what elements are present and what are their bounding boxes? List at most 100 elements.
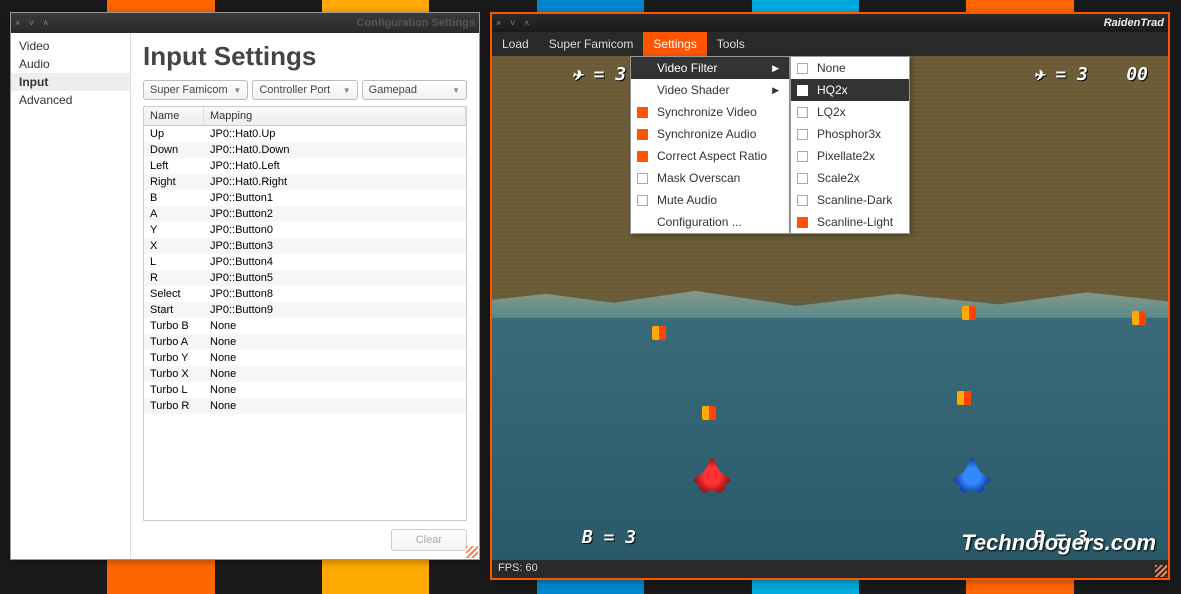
cell-name: Turbo L — [144, 382, 204, 398]
device-select[interactable]: Gamepad▼ — [362, 80, 467, 100]
table-row[interactable]: RightJP0::Hat0.Right — [144, 174, 466, 190]
table-row[interactable]: LJP0::Button4 — [144, 254, 466, 270]
menuitem-label: LQ2x — [817, 105, 846, 119]
cell-name: Turbo B — [144, 318, 204, 334]
menuitem-label: Correct Aspect Ratio — [657, 149, 767, 163]
cell-name: Right — [144, 174, 204, 190]
cell-name: Down — [144, 142, 204, 158]
settings-dropdown: Video Filter▶ Video Shader ▶ Synchronize Vi… — [630, 56, 790, 234]
cell-name: Left — [144, 158, 204, 174]
table-row[interactable]: UpJP0::Hat0.Up — [144, 126, 466, 142]
player2-ship — [952, 456, 992, 496]
table-row[interactable]: YJP0::Button0 — [144, 222, 466, 238]
menuitem-none[interactable]: None — [791, 57, 909, 79]
table-row[interactable]: BJP0::Button1 — [144, 190, 466, 206]
menuitem-label: Phosphor3x — [817, 127, 881, 141]
config-title: Configuration Settings — [356, 17, 475, 29]
menuitem-label: Scanline-Light — [817, 215, 893, 229]
cell-mapping: JP0::Button1 — [204, 190, 466, 206]
close-icon[interactable]: × — [15, 18, 25, 28]
sidebar-item-audio[interactable]: Audio — [11, 55, 130, 73]
table-row[interactable]: DownJP0::Hat0.Down — [144, 142, 466, 158]
table-row[interactable]: Turbo YNone — [144, 350, 466, 366]
menu-super-famicom[interactable]: Super Famicom — [539, 32, 644, 56]
system-select[interactable]: Super Famicom▼ — [143, 80, 248, 100]
checkbox-icon — [637, 151, 648, 162]
cell-mapping: None — [204, 318, 466, 334]
cell-mapping: JP0::Hat0.Up — [204, 126, 466, 142]
status-bar: FPS: 60 — [492, 560, 1168, 578]
menuitem-label: Mask Overscan — [657, 171, 740, 185]
player1-ship — [692, 456, 732, 496]
minimize-icon[interactable]: ˅ — [510, 18, 520, 28]
menuitem-label: Video Shader — [657, 83, 730, 97]
menuitem-scanline-dark[interactable]: Scanline-Dark — [791, 189, 909, 211]
resize-grip[interactable] — [1155, 565, 1167, 577]
chevron-right-icon: ▶ — [772, 85, 779, 96]
col-header-mapping[interactable]: Mapping — [204, 107, 466, 125]
page-title: Input Settings — [143, 41, 467, 72]
cell-mapping: JP0::Button8 — [204, 286, 466, 302]
emu-title: RaidenTrad — [1104, 17, 1164, 29]
table-row[interactable]: SelectJP0::Button8 — [144, 286, 466, 302]
menuitem-configuration-[interactable]: Configuration ... — [631, 211, 789, 233]
menuitem-lq2x[interactable]: LQ2x — [791, 101, 909, 123]
table-row[interactable]: AJP0::Button2 — [144, 206, 466, 222]
cell-name: Up — [144, 126, 204, 142]
mapping-table[interactable]: Name Mapping UpJP0::Hat0.UpDownJP0::Hat0… — [143, 106, 467, 521]
menu-tools[interactable]: Tools — [707, 32, 755, 56]
cell-mapping: JP0::Hat0.Left — [204, 158, 466, 174]
menuitem-pixellate2x[interactable]: Pixellate2x — [791, 145, 909, 167]
table-row[interactable]: Turbo ANone — [144, 334, 466, 350]
table-row[interactable]: Turbo BNone — [144, 318, 466, 334]
sidebar-item-video[interactable]: Video — [11, 37, 130, 55]
menuitem-correct-aspect-ratio[interactable]: Correct Aspect Ratio — [631, 145, 789, 167]
clear-button[interactable]: Clear — [391, 529, 467, 551]
checkbox-icon — [637, 195, 648, 206]
table-row[interactable]: Turbo RNone — [144, 398, 466, 414]
config-titlebar[interactable]: × ˅ ˄ Configuration Settings — [11, 13, 479, 33]
p1-bombs: B = 3 — [582, 527, 636, 548]
table-row[interactable]: StartJP0::Button9 — [144, 302, 466, 318]
close-icon[interactable]: × — [496, 18, 506, 28]
col-header-name[interactable]: Name — [144, 107, 204, 125]
cell-mapping: JP0::Button2 — [204, 206, 466, 222]
menuitem-hq2x[interactable]: HQ2x — [791, 79, 909, 101]
menu-load[interactable]: Load — [492, 32, 539, 56]
menuitem-label: Mute Audio — [657, 193, 717, 207]
video-filter-submenu: NoneHQ2x LQ2x Phosphor3x Pixellate2xScale2x… — [790, 56, 910, 234]
checkbox-icon — [797, 195, 808, 206]
menuitem-video-shader[interactable]: Video Shader ▶ — [631, 79, 789, 101]
sidebar-item-advanced[interactable]: Advanced — [11, 91, 130, 109]
menuitem-mask-overscan[interactable]: Mask Overscan — [631, 167, 789, 189]
menuitem-video-filter[interactable]: Video Filter▶ — [631, 57, 789, 79]
table-row[interactable]: RJP0::Button5 — [144, 270, 466, 286]
menu-settings[interactable]: Settings — [643, 32, 706, 56]
resize-grip[interactable] — [466, 546, 478, 558]
maximize-icon[interactable]: ˄ — [43, 18, 53, 28]
menuitem-label: Synchronize Video — [657, 105, 757, 119]
menuitem-scanline-light[interactable]: Scanline-Light — [791, 211, 909, 233]
sidebar-item-input[interactable]: Input — [11, 73, 130, 91]
chevron-down-icon: ▼ — [452, 86, 460, 95]
menuitem-scale2x[interactable]: Scale2x — [791, 167, 909, 189]
cell-name: Turbo X — [144, 366, 204, 382]
cell-mapping: JP0::Button9 — [204, 302, 466, 318]
table-row[interactable]: Turbo LNone — [144, 382, 466, 398]
table-row[interactable]: XJP0::Button3 — [144, 238, 466, 254]
table-row[interactable]: Turbo XNone — [144, 366, 466, 382]
cell-name: L — [144, 254, 204, 270]
pickup-icon — [1132, 311, 1146, 325]
table-row[interactable]: LeftJP0::Hat0.Left — [144, 158, 466, 174]
cell-name: X — [144, 238, 204, 254]
menuitem-synchronize-audio[interactable]: Synchronize Audio — [631, 123, 789, 145]
port-select[interactable]: Controller Port▼ — [252, 80, 357, 100]
maximize-icon[interactable]: ˄ — [524, 18, 534, 28]
checkbox-icon — [797, 173, 808, 184]
cell-name: Start — [144, 302, 204, 318]
emu-titlebar[interactable]: × ˅ ˄ RaidenTrad — [492, 14, 1168, 32]
minimize-icon[interactable]: ˅ — [29, 18, 39, 28]
menuitem-synchronize-video[interactable]: Synchronize Video — [631, 101, 789, 123]
menuitem-mute-audio[interactable]: Mute Audio — [631, 189, 789, 211]
menuitem-phosphor3x[interactable]: Phosphor3x — [791, 123, 909, 145]
